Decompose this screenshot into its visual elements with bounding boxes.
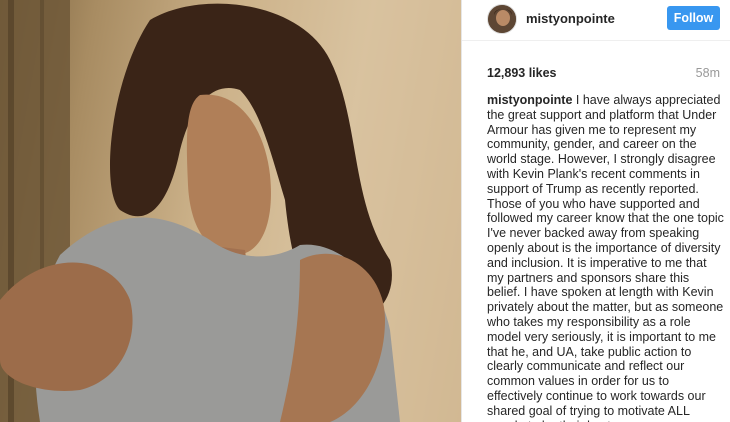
- post-header: mistyonpointe Follow: [462, 0, 730, 41]
- avatar[interactable]: [487, 4, 517, 34]
- post-image: [0, 0, 461, 422]
- follow-button[interactable]: Follow: [667, 6, 720, 30]
- post-sidebar: mistyonpointe Follow 12,893 likes 58m mi…: [461, 0, 730, 422]
- caption-text: I have always appreciated the great supp…: [487, 93, 724, 422]
- post-timestamp[interactable]: 58m: [696, 66, 720, 80]
- post-photo[interactable]: [0, 0, 461, 422]
- likes-count[interactable]: 12,893 likes: [487, 66, 557, 80]
- post-stats: 12,893 likes 58m: [487, 66, 720, 84]
- post-caption: mistyonpointe I have always appreciated …: [487, 93, 725, 422]
- username-link[interactable]: mistyonpointe: [526, 11, 615, 26]
- caption-author-link[interactable]: mistyonpointe: [487, 93, 572, 107]
